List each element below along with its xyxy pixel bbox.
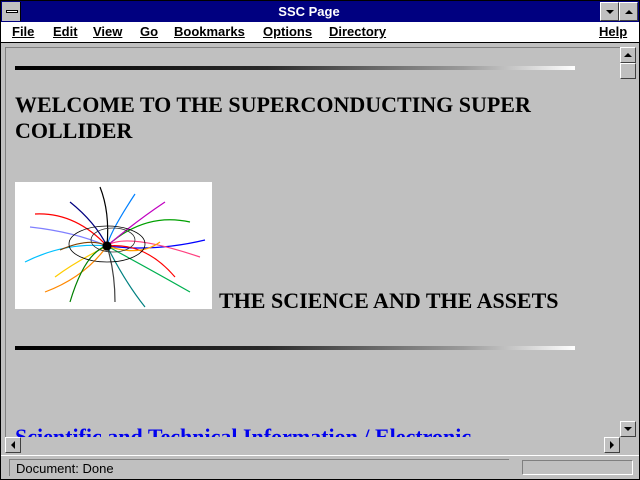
vertical-scrollbar[interactable] <box>620 47 637 437</box>
menu-options[interactable]: Options <box>263 24 312 40</box>
menu-file[interactable]: File <box>12 24 34 40</box>
system-menu-icon <box>6 10 18 13</box>
scroll-right-button[interactable] <box>604 437 620 453</box>
menu-help[interactable]: Help <box>599 24 627 40</box>
horizontal-rule-top <box>15 66 575 70</box>
system-menu-button[interactable] <box>2 2 21 21</box>
title-bar[interactable]: SSC Page <box>1 1 639 22</box>
vertical-scroll-thumb[interactable] <box>620 63 636 79</box>
arrow-right-icon <box>610 441 614 449</box>
maximize-button[interactable] <box>619 2 638 21</box>
menu-bar: File Edit View Go Bookmarks Options Dire… <box>1 22 639 43</box>
minimize-icon <box>605 9 614 14</box>
page-content[interactable]: WELCOME TO THE SUPERCONDUCTING SUPER COL… <box>5 47 620 438</box>
particle-tracks-graphic <box>24 186 206 308</box>
status-bar: Document: Done <box>1 455 639 479</box>
scroll-up-button[interactable] <box>620 47 636 63</box>
menu-edit[interactable]: Edit <box>53 24 78 40</box>
arrow-up-icon <box>624 53 632 57</box>
browser-window: SSC Page File Edit View Go Bookmarks Opt… <box>0 0 640 480</box>
minimize-button[interactable] <box>600 2 619 21</box>
stie-link[interactable]: Scientific and Technical Information / E… <box>15 424 615 438</box>
scroll-down-button[interactable] <box>620 421 636 437</box>
window-title: SSC Page <box>278 4 340 19</box>
arrow-down-icon <box>624 427 632 431</box>
progress-bar <box>522 460 633 475</box>
menu-bookmarks[interactable]: Bookmarks <box>174 24 245 40</box>
scroll-left-button[interactable] <box>5 437 21 453</box>
page-heading: WELCOME TO THE SUPERCONDUCTING SUPER COL… <box>15 92 531 143</box>
menu-view[interactable]: View <box>93 24 122 40</box>
maximize-icon <box>624 9 633 14</box>
menu-directory[interactable]: Directory <box>329 24 386 40</box>
status-text: Document: Done <box>9 459 509 476</box>
particle-collision-image <box>15 182 212 309</box>
horizontal-rule-bottom <box>15 346 575 350</box>
menu-go[interactable]: Go <box>140 24 158 40</box>
arrow-left-icon <box>11 441 15 449</box>
horizontal-scrollbar[interactable] <box>5 437 620 453</box>
section-title: THE SCIENCE AND THE ASSETS <box>219 288 559 313</box>
